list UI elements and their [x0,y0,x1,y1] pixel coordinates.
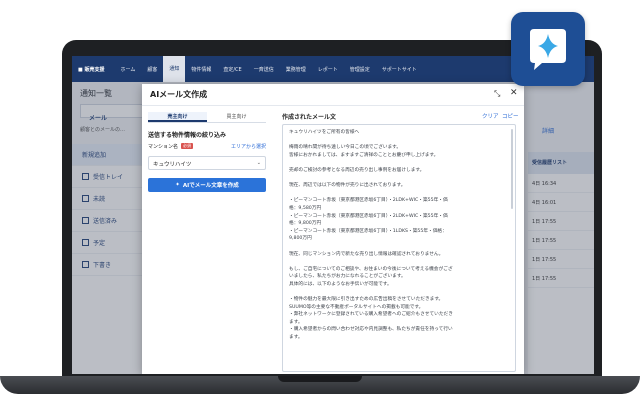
mansion-row: マンション名 必須 エリアから選択 [148,142,266,150]
mail-line: もし、ご自宅についてのご相談や、お住まいの今後について考える機会がござ [289,266,453,272]
mail-line: 皆様におかれましては、ますますご清祥のこととお慶び申し上げます。 [289,152,439,158]
mail-line: 9,800万円 [289,236,312,242]
tab-buyer[interactable]: 買主向け [207,112,266,122]
nav-item-settings[interactable]: 管理設定 [344,66,376,73]
brand-logo[interactable]: ■ 販売支援 [78,66,104,73]
mail-line: 売却のご検討の参考となる周辺の売り出し事例をお届けします。 [289,167,425,173]
scrollbar[interactable] [511,129,513,209]
nav-item-home[interactable]: ホーム [114,66,141,73]
laptop-notch [278,376,362,382]
mail-line: 梅雨の晴れ間が待ち遠しい今日この頃でございます。 [289,145,402,151]
audience-tabs: 売主向け 買主向け [148,112,266,123]
area-select-link[interactable]: エリアから選択 [231,143,266,150]
mansion-label: マンション名 [148,143,179,150]
mail-line: ・物件の魅力を最大限に引き出すための広告出稿をさせていただきます。 [289,297,444,303]
pin-icon[interactable]: ⤡ [494,89,500,99]
nav-item-broadcast[interactable]: 一斉送信 [248,66,280,73]
mail-line [289,258,509,266]
mail-line: 格：9,580万円 [289,205,322,211]
mail-line: ・購入希望者からの問い合わせ対応や内見調整も、私たちが責任を持って行い [289,327,453,333]
nav-item-notifications[interactable]: 通知 [163,56,186,82]
mail-line: いましたら、私たちがお力になれることがございます。 [289,274,406,280]
mail-line: ます。 [289,319,303,325]
mail-line: 格：9,800万円 [289,221,322,227]
laptop-screen: ■ 販売支援 ホーム 顧客 通知 物件情報 査定/CE 一斉送信 業務管理 レポ… [72,56,594,374]
mail-line: キュウリハイツをご所有の皆様へ [289,130,360,135]
mail-line: SUUMO等の主要な不動産ポータルサイトへの掲載も可能です。 [289,304,424,310]
tab-seller[interactable]: 売主向け [148,112,207,122]
generated-mail-textarea[interactable]: キュウリハイツをご所有の皆様へ 梅雨の晴れ間が待ち遠しい今日この頃でございます。… [282,124,516,372]
sparkle-bubble-icon [530,29,566,70]
mail-line: 具体的には、以下のようなお手伝いが可能です。 [289,281,392,287]
section-title: 送信する物件情報の絞り込み [148,132,227,139]
filter-panel: 売主向け 買主向け 送信する物件情報の絞り込み マンション名 必須 エリアから選… [142,106,272,374]
mail-line: 現在、周辺では以下の物件が売りに出されております。 [289,183,406,189]
nav-item-reports[interactable]: レポート [312,66,344,73]
output-panel: 作成されたメール文 クリア コピー キュウリハイツをご所有の皆様へ 梅雨の晴れ間… [282,106,524,374]
magic-wand-icon: ✦ [175,182,180,188]
generated-mail-label: 作成されたメール文 [282,114,337,121]
mail-line [289,288,509,296]
mail-line: ます。 [289,335,303,341]
generate-mail-label: AIでメール文章を作成 [182,183,239,189]
nav-item-properties[interactable]: 物件情報 [185,66,217,73]
ai-sparkle-icon [511,12,585,86]
nav-item-support[interactable]: サポートサイト [376,66,423,73]
mail-line [289,159,509,167]
mail-line [289,137,509,145]
mail-line: 現在、同じマンション内で新たな売り出し情報は確認されておりません。 [289,251,444,257]
mansion-select-value: キュウリハイツ [153,162,192,168]
mail-line [289,243,509,251]
modal-header: AIメール文作成 [142,84,524,106]
chevron-down-icon: ⌄ [256,160,261,166]
required-badge: 必須 [181,143,194,149]
nav-item-operations[interactable]: 業務管理 [280,66,312,73]
generate-mail-button[interactable]: ✦ AIでメール文章を作成 [148,178,266,192]
mail-line: ・ピーマンコート赤坂（東京都港区赤坂6丁目）・2LDK+WIC・築55年・価 [289,213,448,219]
mail-line: ・ピーマンコート赤坂（東京都港区赤坂6丁目）・2LDK+WIC・築55年・価 [289,198,448,204]
clear-button[interactable]: クリア [482,112,499,120]
nav-item-customers[interactable]: 顧客 [141,66,163,73]
mail-line: ・弊社ネットワークに登録されている購入希望者へのご紹介もさせていただき [289,312,453,318]
close-icon[interactable]: ✕ [510,88,518,98]
mail-line [289,190,509,198]
nav-item-appraisal[interactable]: 査定/CE [217,66,247,73]
mail-line [289,175,509,183]
mail-line: ・ピーマンコート赤坂（東京都港区赤坂6丁目）・1LDKS・築55年・価格： [289,228,447,234]
copy-button[interactable]: コピー [502,112,519,120]
ai-mail-modal: AIメール文作成 ⤡ ✕ 売主向け 買主向け 送信する物件情報の絞り込み マンシ… [142,84,524,374]
mansion-select[interactable]: キュウリハイツ ⌄ [148,156,266,170]
marketing-screenshot: ■ 販売支援 ホーム 顧客 通知 物件情報 査定/CE 一斉送信 業務管理 レポ… [0,0,640,409]
modal-title: AIメール文作成 [150,90,208,99]
